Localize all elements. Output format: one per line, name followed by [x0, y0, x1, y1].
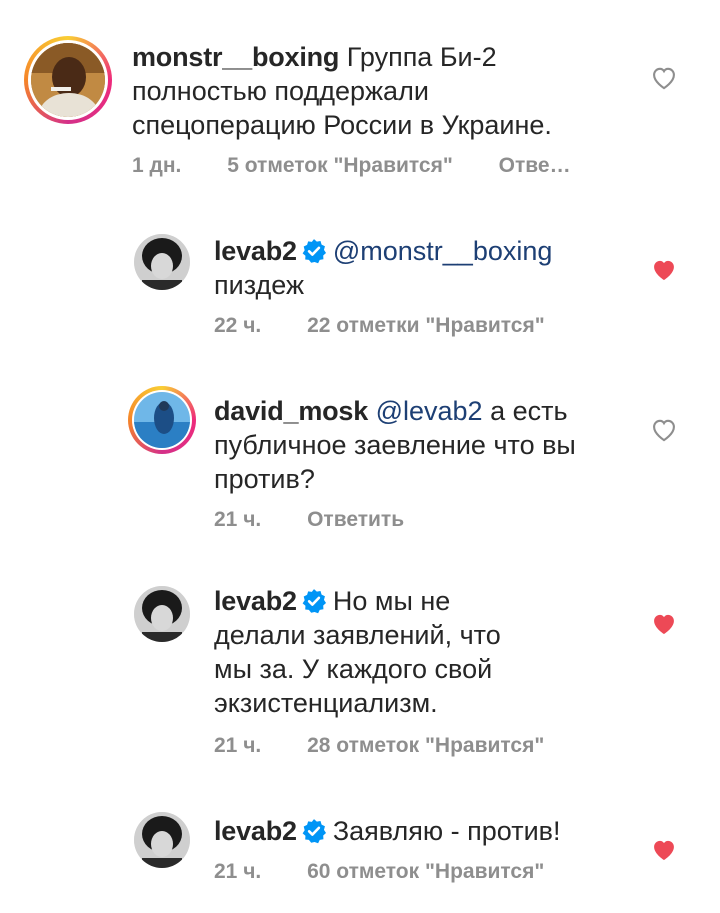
avatar[interactable]	[31, 43, 105, 117]
username[interactable]: levab2	[214, 236, 297, 266]
username[interactable]: levab2	[214, 816, 297, 846]
comment-meta: 21 ч. 28 отметок "Нравится"	[214, 734, 544, 758]
likes-count[interactable]: 60 отметок "Нравится"	[307, 860, 544, 884]
timestamp: 22 ч.	[214, 314, 262, 337]
username[interactable]: monstr__boxing	[132, 42, 339, 72]
avatar[interactable]	[134, 234, 190, 290]
heart-icon[interactable]	[650, 256, 678, 282]
heart-icon[interactable]	[650, 610, 678, 636]
comment-2: levab2 @monstr__boxing пиздеж 22 ч. 22 от…	[0, 200, 720, 360]
timestamp: 21 ч.	[214, 860, 262, 883]
reply-button[interactable]: Отве…	[499, 154, 571, 178]
comment-3: david_mosk @levab2 а есть публичное заев…	[0, 360, 720, 550]
mention-link[interactable]: @levab2	[376, 396, 483, 426]
heart-icon[interactable]	[650, 64, 678, 90]
comment-text: пиздеж	[214, 270, 305, 300]
username[interactable]: david_mosk	[214, 396, 368, 426]
comment-meta: 1 дн. 5 отметок "Нравится" Отве…	[132, 154, 571, 178]
comment-body: levab2 Заявляю - против!	[214, 814, 634, 848]
likes-count[interactable]: 28 отметок "Нравится"	[307, 734, 544, 758]
heart-icon[interactable]	[650, 416, 678, 442]
story-ring[interactable]	[128, 386, 196, 454]
comment-5: levab2 Заявляю - против! 21 ч. 60 отметок…	[0, 780, 720, 913]
verified-badge-icon	[302, 819, 326, 844]
avatar[interactable]	[134, 586, 190, 642]
reply-button[interactable]: Ответить	[307, 508, 404, 532]
mention-link[interactable]: @monstr__boxing	[333, 236, 553, 266]
story-ring[interactable]	[24, 36, 112, 124]
likes-count[interactable]: 22 отметки "Нравится"	[307, 314, 545, 338]
comment-meta: 22 ч. 22 отметки "Нравится"	[214, 314, 545, 338]
username[interactable]: levab2	[214, 586, 297, 616]
timestamp: 21 ч.	[214, 734, 262, 757]
heart-icon[interactable]	[650, 836, 678, 862]
comment-body: monstr__boxing Группа Би-2 полностью под…	[132, 40, 612, 142]
timestamp: 1 дн.	[132, 154, 182, 177]
likes-count[interactable]: 5 отметок "Нравится"	[227, 154, 453, 178]
comment-meta: 21 ч. Ответить	[214, 508, 404, 532]
verified-badge-icon	[302, 239, 326, 264]
timestamp: 21 ч.	[214, 508, 262, 531]
avatar[interactable]	[134, 392, 190, 448]
comment-1: monstr__boxing Группа Би-2 полностью под…	[0, 0, 720, 200]
comment-4: levab2 Но мы не делали заявлений, что мы …	[0, 550, 720, 780]
comment-body: levab2 Но мы не делали заявлений, что мы …	[214, 584, 514, 720]
comment-body: david_mosk @levab2 а есть публичное заев…	[214, 394, 624, 496]
comment-text: Заявляю - против!	[332, 816, 561, 846]
comment-body: levab2 @monstr__boxing пиздеж	[214, 234, 614, 302]
avatar[interactable]	[134, 812, 190, 868]
comment-meta: 21 ч. 60 отметок "Нравится"	[214, 860, 544, 884]
verified-badge-icon	[302, 589, 326, 614]
